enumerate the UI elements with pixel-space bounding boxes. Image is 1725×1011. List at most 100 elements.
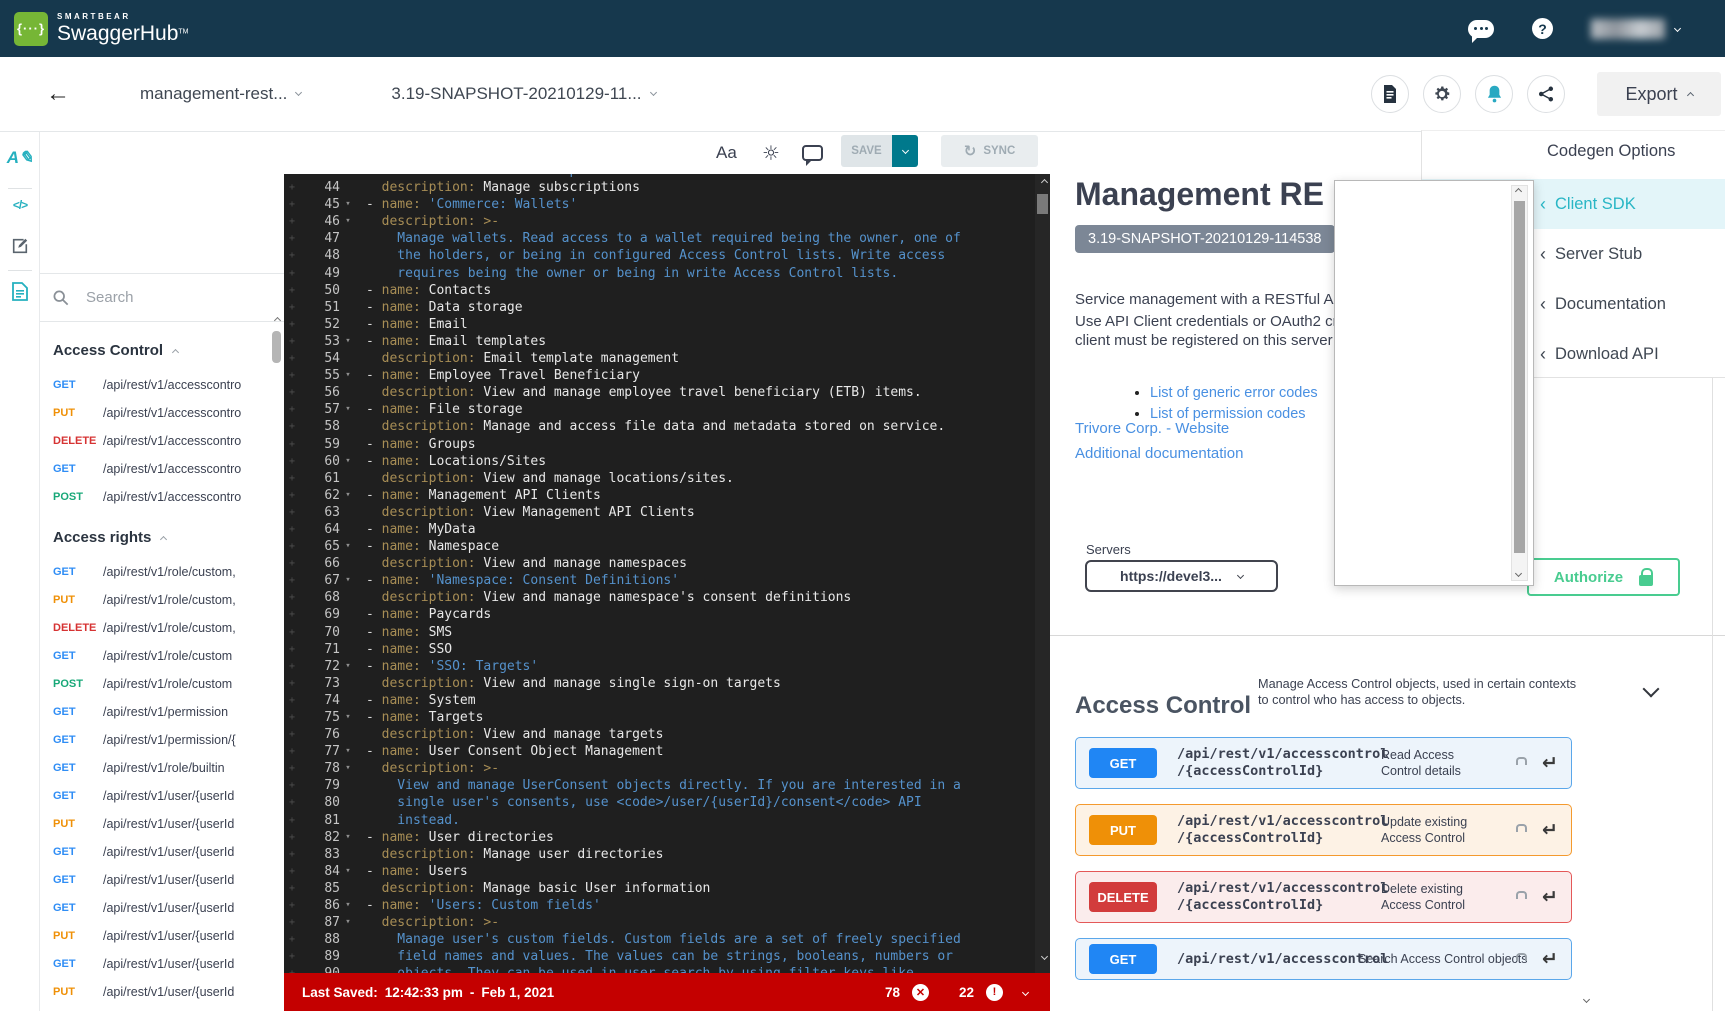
- code-line[interactable]: +63 description: View Management API Cli…: [284, 504, 961, 521]
- language-option[interactable]: [1335, 309, 1533, 338]
- export-button[interactable]: Export: [1597, 72, 1721, 116]
- operation-deeplink-icon[interactable]: ↵: [1542, 886, 1558, 908]
- code-line[interactable]: +77▾- name: User Consent Object Manageme…: [284, 743, 961, 760]
- brand[interactable]: {···} SMARTBEAR SwaggerHubTM: [14, 12, 189, 46]
- endpoint-row[interactable]: GET /api/rest/v1/accesscontro: [53, 455, 284, 483]
- code-line[interactable]: +48 the holders, or being in configured …: [284, 247, 961, 264]
- code-line[interactable]: +46▾ description: >-: [284, 213, 961, 230]
- edit-icon[interactable]: [0, 237, 40, 255]
- endpoint-row[interactable]: GET /api/rest/v1/user/{userId: [53, 894, 284, 922]
- dropdown-scrollbar[interactable]: [1511, 185, 1528, 581]
- code-editor[interactable]: +43- name: 'Commerce: Subscriptions'+44 …: [284, 174, 1050, 973]
- endpoint-row[interactable]: GET /api/rest/v1/permission: [53, 698, 284, 726]
- code-line[interactable]: +68 description: View and manage namespa…: [284, 589, 961, 606]
- section-title[interactable]: Access Control: [53, 342, 284, 359]
- language-option[interactable]: [1335, 396, 1533, 425]
- endpoint-row[interactable]: PUT /api/rest/v1/role/custom,: [53, 586, 284, 614]
- language-option[interactable]: [1335, 367, 1533, 396]
- language-option[interactable]: [1335, 513, 1533, 542]
- language-option[interactable]: [1335, 192, 1533, 221]
- search-input[interactable]: [84, 288, 234, 307]
- endpoint-row[interactable]: GET /api/rest/v1/user/{userId: [53, 782, 284, 810]
- code-line[interactable]: +45▾- name: 'Commerce: Wallets': [284, 196, 961, 213]
- operation-row[interactable]: DELETE /api/rest/v1/accesscontrol /{acce…: [1075, 871, 1572, 923]
- server-select[interactable]: https://devel3...: [1085, 560, 1278, 592]
- endpoint-row[interactable]: POST /api/rest/v1/role/custom: [53, 670, 284, 698]
- language-option[interactable]: [1335, 542, 1533, 571]
- code-line[interactable]: +60▾- name: Locations/Sites: [284, 453, 961, 470]
- website-link[interactable]: Trivore Corp. - Website: [1075, 420, 1229, 437]
- endpoint-row[interactable]: GET /api/rest/v1/permission/{: [53, 726, 284, 754]
- endpoint-row[interactable]: GET /api/rest/v1/role/custom: [53, 642, 284, 670]
- code-line[interactable]: +69- name: Paycards: [284, 606, 961, 623]
- code-line[interactable]: +76 description: View and manage targets: [284, 726, 961, 743]
- additional-docs-link[interactable]: Additional documentation: [1075, 445, 1243, 462]
- code-line[interactable]: +86▾- name: 'Users: Custom fields': [284, 897, 961, 914]
- code-editor-icon[interactable]: </>: [0, 198, 40, 212]
- dropdown-scrollbar-thumb[interactable]: [1514, 201, 1525, 553]
- code-line[interactable]: +65▾- name: Namespace: [284, 538, 961, 555]
- endpoint-row[interactable]: GET /api/rest/v1/accesscontro: [53, 371, 284, 399]
- endpoint-row[interactable]: GET /api/rest/v1/role/custom,: [53, 558, 284, 586]
- problem-counts[interactable]: 78 ✕ 22 !: [885, 984, 1028, 1001]
- endpoint-row[interactable]: POST /api/rest/v1/accesscontro: [53, 483, 284, 511]
- code-line[interactable]: +70- name: SMS: [284, 624, 961, 641]
- endpoint-row[interactable]: PUT /api/rest/v1/accesscontro: [53, 399, 284, 427]
- comments-icon[interactable]: [802, 145, 823, 161]
- operation-deeplink-icon[interactable]: ↵: [1542, 752, 1558, 774]
- code-line[interactable]: +83 description: Manage user directories: [284, 846, 961, 863]
- api-design-icon[interactable]: A✎: [0, 148, 40, 168]
- code-line[interactable]: +59- name: Groups: [284, 436, 961, 453]
- code-line[interactable]: +88 Manage user's custom fields. Custom …: [284, 931, 961, 948]
- code-line[interactable]: +49 requires being the owner or being in…: [284, 265, 961, 282]
- section-collapse-chevron-icon[interactable]: [1645, 682, 1657, 700]
- language-option[interactable]: [1335, 484, 1533, 513]
- code-line[interactable]: +55▾- name: Employee Travel Beneficiary: [284, 367, 961, 384]
- editor-scroll-up-icon[interactable]: [1041, 179, 1048, 186]
- language-option[interactable]: [1335, 338, 1533, 367]
- language-option[interactable]: [1335, 221, 1533, 250]
- sync-button[interactable]: ↻ SYNC: [941, 135, 1038, 167]
- operation-deeplink-icon[interactable]: ↵: [1542, 948, 1558, 970]
- back-arrow-icon[interactable]: ←: [46, 82, 70, 106]
- sidebar-scrollbar-thumb[interactable]: [272, 331, 281, 363]
- chat-icon[interactable]: [1468, 20, 1494, 38]
- section-title[interactable]: Access rights: [53, 529, 284, 546]
- code-line[interactable]: +73 description: View and manage single …: [284, 675, 961, 692]
- sidebar-nav-item[interactable]: [53, 189, 284, 231]
- help-icon[interactable]: ?: [1532, 18, 1553, 39]
- language-option[interactable]: [1335, 426, 1533, 455]
- code-line[interactable]: +54 description: Email template manageme…: [284, 350, 961, 367]
- code-line[interactable]: +52- name: Email: [284, 316, 961, 333]
- code-line[interactable]: +66 description: View and manage namespa…: [284, 555, 961, 572]
- endpoint-row[interactable]: PUT /api/rest/v1/user/{userId: [53, 978, 284, 1006]
- code-line[interactable]: +80 single user's consents, use <code>/u…: [284, 794, 961, 811]
- dropdown-scroll-up-icon[interactable]: [1515, 188, 1522, 195]
- theme-toggle-icon[interactable]: ☼: [762, 141, 780, 165]
- operation-row[interactable]: GET /api/rest/v1/accesscontrol /{accessC…: [1075, 737, 1572, 789]
- code-line[interactable]: +67▾- name: 'Namespace: Consent Definiti…: [284, 572, 961, 589]
- code-line[interactable]: +44 description: Manage subscriptions: [284, 179, 961, 196]
- code-line[interactable]: +78▾ description: >-: [284, 760, 961, 777]
- endpoint-row[interactable]: GET /api/rest/v1/user/{userId: [53, 866, 284, 894]
- authorize-button[interactable]: Authorize: [1527, 558, 1680, 596]
- settings-button[interactable]: [1423, 75, 1461, 113]
- user-menu[interactable]: [1591, 19, 1680, 39]
- endpoint-row[interactable]: GET /api/rest/v1/role/builtin: [53, 754, 284, 782]
- code-line[interactable]: +53▾- name: Email templates: [284, 333, 961, 350]
- operation-deeplink-icon[interactable]: ↵: [1542, 819, 1558, 841]
- code-line[interactable]: +75▾- name: Targets: [284, 709, 961, 726]
- code-line[interactable]: +58 description: Manage and access file …: [284, 418, 961, 435]
- code-line[interactable]: +56 description: View and manage employe…: [284, 384, 961, 401]
- save-button[interactable]: SAVE: [841, 135, 892, 167]
- tag-section-title[interactable]: Access Control: [1075, 692, 1251, 720]
- font-size-button[interactable]: Aa: [716, 143, 737, 163]
- language-option[interactable]: [1335, 280, 1533, 309]
- code-line[interactable]: +84▾- name: Users: [284, 863, 961, 880]
- editor-scroll-down-icon[interactable]: [1041, 953, 1048, 960]
- code-line[interactable]: +82▾- name: User directories: [284, 829, 961, 846]
- endpoint-row[interactable]: PUT /api/rest/v1/user/{userId: [53, 922, 284, 950]
- endpoint-row[interactable]: GET /api/rest/v1/user/{userId: [53, 838, 284, 866]
- notifications-button[interactable]: [1475, 75, 1513, 113]
- code-line[interactable]: +64- name: MyData: [284, 521, 961, 538]
